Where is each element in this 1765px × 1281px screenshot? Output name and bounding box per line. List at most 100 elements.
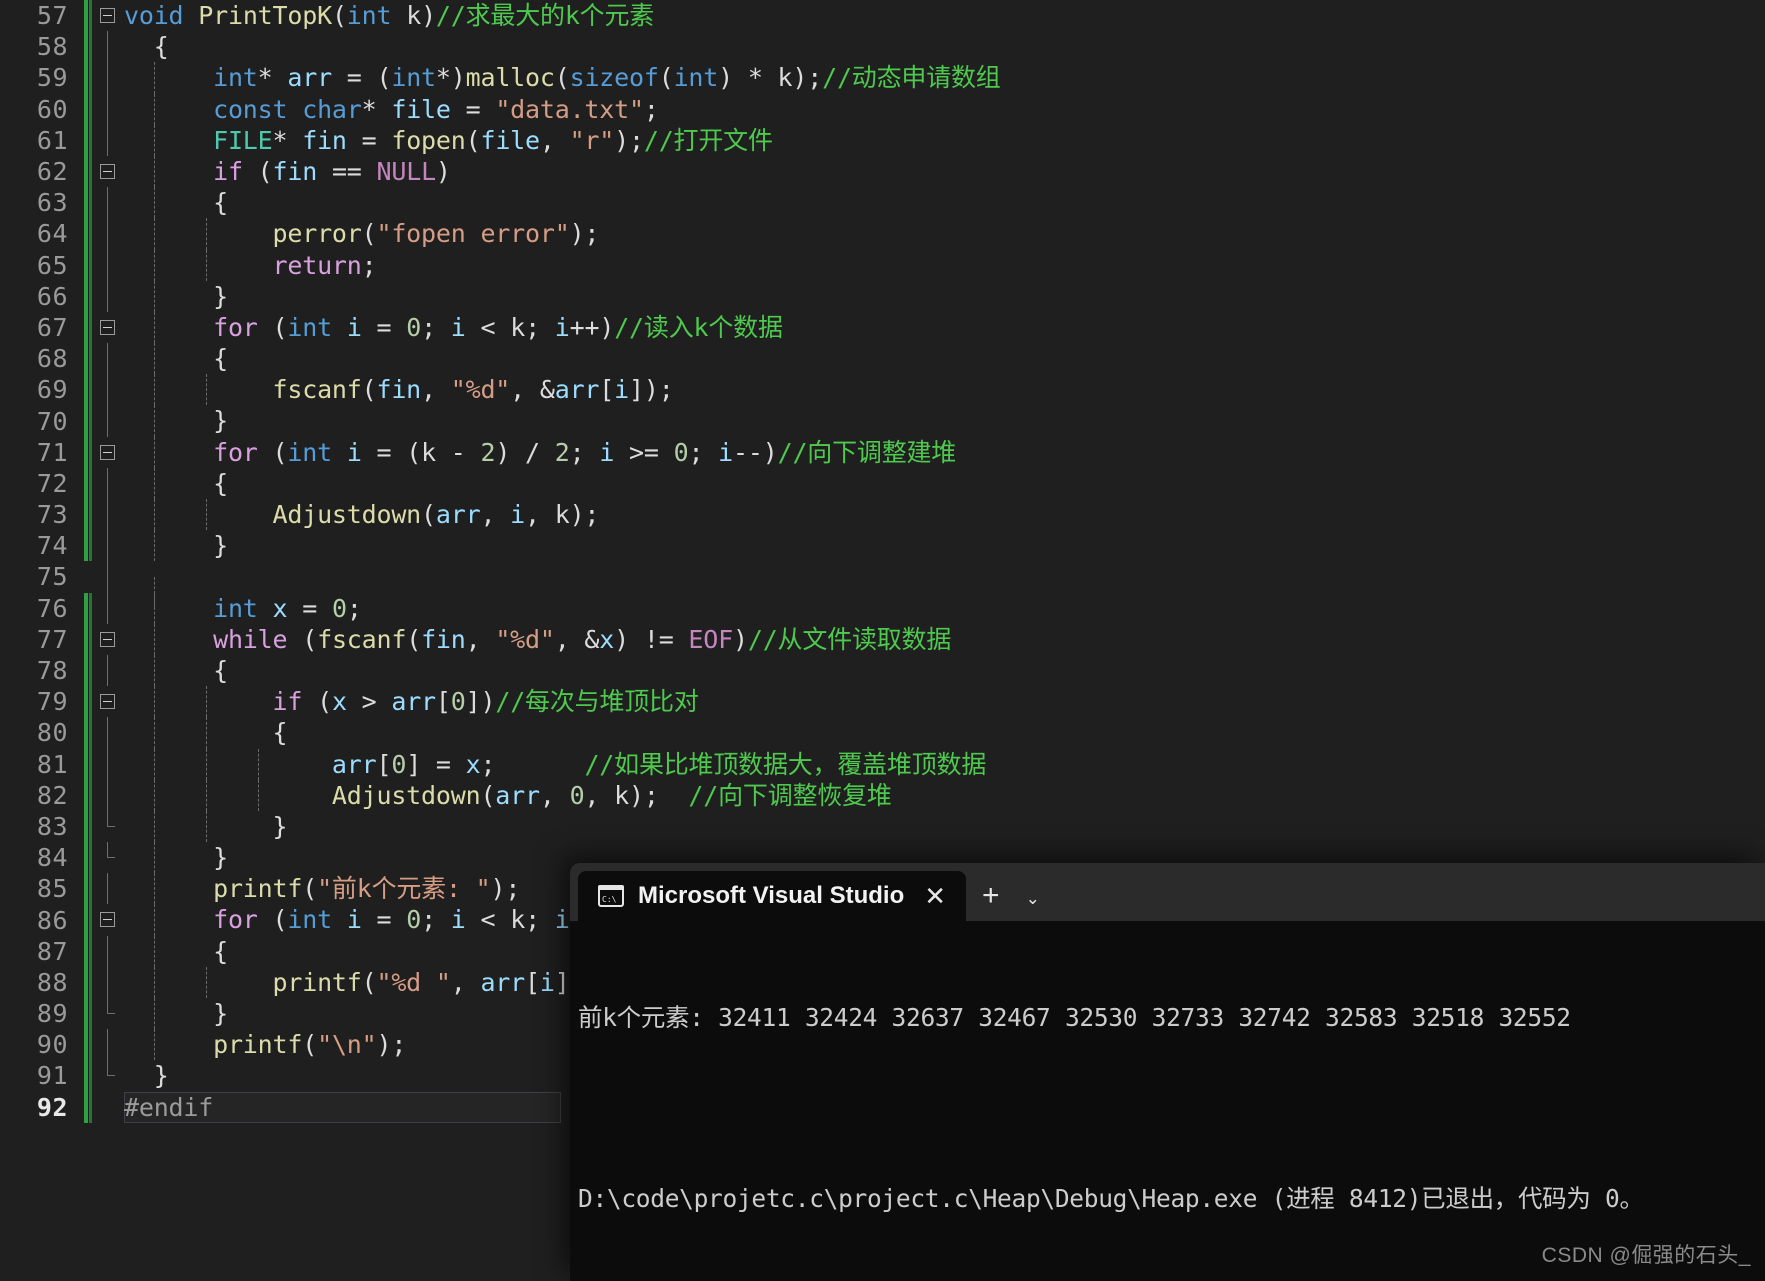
code-line[interactable]: 67 for (int i = 0; i < k; i++)//读入k个数据 bbox=[0, 311, 1765, 344]
console-exit-line: D:\code\projetc.c\project.c\Heap\Debug\H… bbox=[578, 1184, 1644, 1213]
code-line[interactable]: 71 for (int i = (k - 2) / 2; i >= 0; i--… bbox=[0, 436, 1765, 468]
change-bar bbox=[82, 686, 94, 718]
line-number: 82 bbox=[36, 780, 68, 810]
console-tab[interactable]: C:\ Microsoft Visual Studio ✕ bbox=[578, 871, 967, 921]
change-bar bbox=[82, 748, 94, 780]
code-text: if (fin == NULL) bbox=[124, 155, 1765, 188]
code-line[interactable]: 61 FILE* fin = fopen(file, "r");//打开文件 bbox=[0, 124, 1765, 156]
close-icon[interactable]: ✕ bbox=[918, 883, 952, 909]
fold-line bbox=[94, 717, 124, 749]
change-bar bbox=[82, 499, 94, 531]
code-line[interactable]: 82 Adjustdown(arr, 0, k); //向下调整恢复堆 bbox=[0, 779, 1765, 811]
fold-line bbox=[94, 873, 124, 905]
code-text: { bbox=[124, 187, 228, 219]
chevron-down-icon[interactable]: ⌄ bbox=[1016, 890, 1050, 907]
code-line[interactable]: 59 int* arr = (int*)malloc(sizeof(int) *… bbox=[0, 62, 1765, 94]
line-number: 86 bbox=[36, 905, 68, 935]
change-bar bbox=[82, 592, 94, 624]
change-bar bbox=[82, 1029, 94, 1061]
code-line[interactable]: 81 arr[0] = x; //如果比堆顶数据大，覆盖堆顶数据 bbox=[0, 748, 1765, 780]
line-number: 64 bbox=[36, 219, 68, 249]
line-number: 72 bbox=[36, 468, 68, 498]
code-line[interactable]: 65 return; bbox=[0, 249, 1765, 281]
change-bar bbox=[82, 0, 94, 32]
code-text: for (int i = 0; i < k; i++)//读入k个数据 bbox=[124, 311, 1765, 344]
code-line[interactable]: 64 perror("fopen error"); bbox=[0, 218, 1765, 250]
line-number: 91 bbox=[36, 1061, 68, 1091]
fold-line bbox=[94, 93, 124, 125]
fold-toggle[interactable] bbox=[94, 0, 124, 31]
code-line[interactable]: 75 bbox=[0, 561, 1765, 609]
change-bar bbox=[82, 280, 94, 312]
code-line[interactable]: 78 { bbox=[0, 654, 1765, 687]
fold-line bbox=[94, 748, 124, 780]
fold-toggle[interactable] bbox=[94, 686, 124, 717]
line-number: 75 bbox=[36, 562, 68, 592]
code-line[interactable]: 58 { bbox=[0, 31, 1765, 63]
code-text: } bbox=[124, 530, 228, 562]
line-number: 85 bbox=[36, 874, 68, 904]
code-text: for (int i = (k - 2) / 2; i >= 0; i--)//… bbox=[124, 436, 1765, 468]
line-number: 76 bbox=[36, 593, 68, 623]
code-line[interactable]: 77 while (fscanf(fin, "%d", &x) != EOF)/… bbox=[0, 623, 1765, 655]
code-line[interactable]: 68 { bbox=[0, 343, 1765, 375]
line-number: 77 bbox=[36, 624, 68, 654]
console-tab-bar[interactable]: C:\ Microsoft Visual Studio ✕ + ⌄ bbox=[570, 863, 1765, 921]
fold-toggle[interactable] bbox=[94, 312, 124, 343]
fold-toggle[interactable] bbox=[94, 904, 124, 935]
csdn-watermark: CSDN @倔强的石头_ bbox=[1541, 1244, 1751, 1267]
code-text: perror("fopen error"); bbox=[124, 218, 1765, 250]
fold-line bbox=[94, 467, 124, 499]
line-number: 62 bbox=[36, 157, 68, 187]
line-number: 71 bbox=[36, 437, 68, 467]
code-line[interactable]: 70 } bbox=[0, 405, 1765, 437]
fold-line bbox=[94, 654, 124, 687]
code-text: { bbox=[124, 32, 169, 62]
line-number: 70 bbox=[36, 406, 68, 436]
code-text: void PrintTopK(int k)//求最大的k个元素 bbox=[124, 1, 655, 30]
fold-toggle[interactable] bbox=[94, 624, 124, 655]
line-number: 90 bbox=[36, 1030, 68, 1060]
code-line[interactable]: 73 Adjustdown(arr, i, k); bbox=[0, 499, 1765, 531]
fold-line bbox=[94, 124, 124, 156]
fold-line bbox=[94, 1092, 124, 1123]
line-number: 67 bbox=[36, 312, 68, 342]
code-line[interactable]: 83 } bbox=[0, 810, 1765, 843]
code-line[interactable]: 74 } bbox=[0, 530, 1765, 562]
fold-line bbox=[94, 810, 124, 842]
fold-line bbox=[94, 935, 124, 967]
code-text: if (x > arr[0])//每次与堆顶比对 bbox=[124, 686, 1765, 718]
change-bar bbox=[82, 405, 94, 437]
code-line[interactable]: 69 fscanf(fin, "%d", &arr[i]); bbox=[0, 374, 1765, 406]
fold-toggle[interactable] bbox=[94, 437, 124, 468]
code-text: { bbox=[124, 654, 228, 687]
code-line[interactable]: 57 void PrintTopK(int k)//求最大的k个元素 bbox=[0, 0, 1765, 32]
new-tab-button[interactable]: + bbox=[966, 881, 1016, 911]
line-number: 73 bbox=[36, 500, 68, 530]
line-number: 66 bbox=[36, 281, 68, 311]
code-line[interactable]: 62 if (fin == NULL) bbox=[0, 155, 1765, 188]
code-line[interactable]: 66 } bbox=[0, 280, 1765, 312]
console-window[interactable]: C:\ Microsoft Visual Studio ✕ + ⌄ 前k个元素:… bbox=[570, 863, 1765, 1281]
code-line[interactable]: 80 { bbox=[0, 717, 1765, 749]
change-bar bbox=[82, 249, 94, 281]
fold-toggle[interactable] bbox=[94, 156, 124, 187]
change-bar bbox=[82, 311, 94, 344]
fold-line bbox=[94, 1029, 124, 1061]
line-number: 63 bbox=[36, 188, 68, 218]
code-line[interactable]: 60 const char* file = "data.txt"; bbox=[0, 93, 1765, 125]
fold-line bbox=[94, 966, 124, 998]
line-number: 92 bbox=[36, 1092, 68, 1122]
change-bar bbox=[82, 779, 94, 811]
code-line[interactable]: 63 { bbox=[0, 187, 1765, 219]
code-line[interactable]: 79 if (x > arr[0])//每次与堆顶比对 bbox=[0, 686, 1765, 718]
fold-line bbox=[94, 218, 124, 250]
code-text: const char* file = "data.txt"; bbox=[124, 93, 1765, 125]
code-line[interactable]: 76 int x = 0; bbox=[0, 592, 1765, 624]
change-bar bbox=[82, 873, 94, 905]
fold-line bbox=[94, 405, 124, 437]
code-line-current[interactable]: 92 #endif bbox=[0, 1091, 1765, 1123]
line-number: 59 bbox=[36, 63, 68, 93]
code-line[interactable]: 72 { bbox=[0, 467, 1765, 499]
screen: 57 void PrintTopK(int k)//求最大的k个元素 58 { … bbox=[0, 0, 1765, 1281]
